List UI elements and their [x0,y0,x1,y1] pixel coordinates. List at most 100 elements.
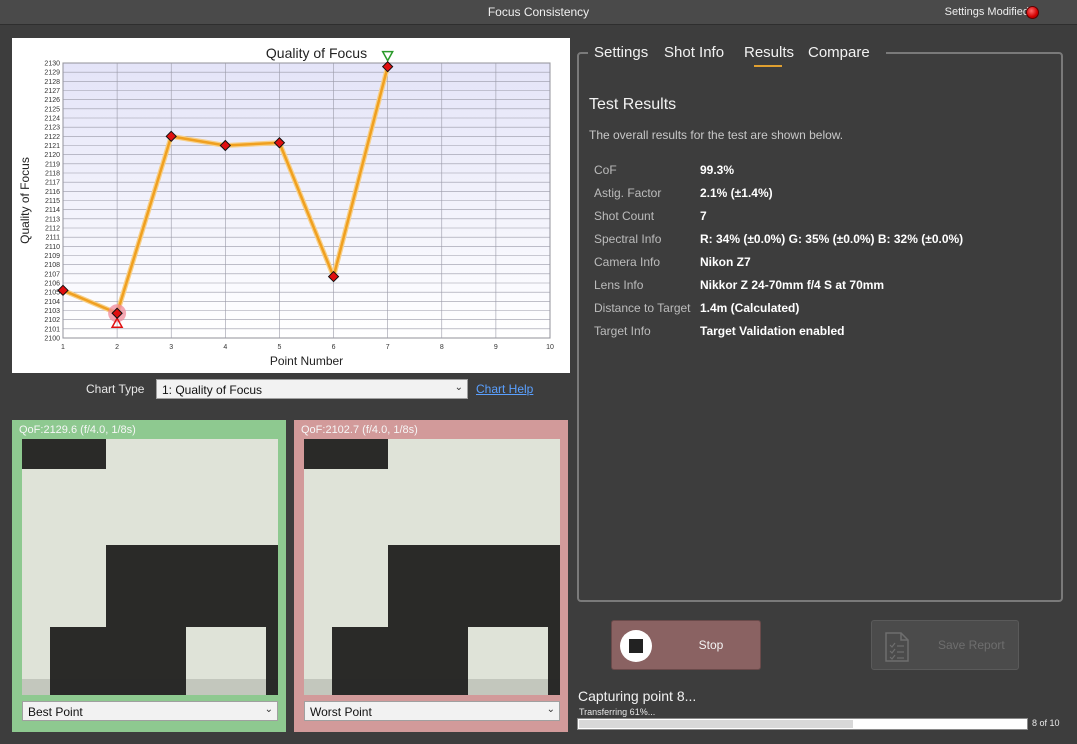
y-tick-label: 2101 [44,326,60,333]
results-description: The overall results for the test are sho… [589,128,844,142]
title-bar: Focus Consistency Settings Modified [0,0,1077,25]
result-value: 99.3% [700,163,735,177]
y-tick-label: 2112 [45,226,60,233]
y-tick-label: 2119 [45,161,60,168]
worst-point-caption: QoF:2102.7 (f/4.0, 1/8s) [301,424,418,436]
y-axis-label: Quality of Focus [18,157,32,244]
stop-button[interactable]: Stop [611,620,761,670]
chevron-down-icon: ⌄ [546,704,555,715]
y-tick-label: 2106 [44,281,60,288]
settings-modified-indicator-icon [1026,6,1039,19]
best-point-thumbnail: QoF:2129.6 (f/4.0, 1/8s) Best Point ⌄ [12,420,286,732]
chevron-down-icon: ⌄ [454,382,463,393]
result-key: Astig. Factor [594,186,662,200]
y-tick-label: 2127 [44,88,60,95]
window-title: Focus Consistency [487,5,590,19]
result-value: Target Validation enabled [700,324,845,338]
worst-point-select-value: Worst Point [310,705,372,719]
worst-point-select[interactable]: Worst Point ⌄ [304,701,560,721]
y-tick-label: 2111 [45,235,60,242]
transferring-status: Transferring 61%... [579,707,656,717]
results-title: Test Results [589,96,677,113]
best-point-marker [381,50,394,63]
y-tick-label: 2130 [44,61,60,68]
result-value: 7 [700,209,707,223]
x-tick-label: 6 [332,344,336,351]
y-tick-label: 2113 [45,216,60,223]
x-axis-label: Point Number [270,354,343,368]
chart-help-link[interactable]: Chart Help [476,382,533,396]
best-point-select-value: Best Point [28,705,83,719]
stop-button-label: Stop [698,638,724,652]
chevron-down-icon: ⌄ [264,704,273,715]
y-tick-label: 2108 [44,262,60,269]
tab-shot-info[interactable]: Shot Info [664,44,724,61]
x-tick-label: 7 [386,344,390,351]
report-document-icon [885,632,909,662]
tab-results[interactable]: Results [744,44,794,67]
y-tick-label: 2109 [44,253,60,260]
result-value: R: 34% (±0.0%) G: 35% (±0.0%) B: 32% (±0… [700,232,964,246]
y-tick-label: 2117 [45,180,60,187]
best-point-image [22,439,278,695]
tab-bar: Settings Shot Info Results Compare [588,40,886,67]
x-tick-label: 5 [277,344,281,351]
x-tick-label: 3 [169,344,173,351]
quality-of-focus-chart: 2100 2101 2102 2103 2104 2 10 5 2106 2107 2108 2109… [12,38,570,373]
worst-point-thumbnail: QoF:2102.7 (f/4.0, 1/8s) Worst Point ⌄ [294,420,568,732]
y-tick-label: 2103 [44,308,60,315]
y-tick-label: 2107 [44,271,60,278]
worst-point-image [304,439,560,695]
best-point-select[interactable]: Best Point ⌄ [22,701,278,721]
y-tick-label: 2115 [45,198,60,205]
result-value: 1.4m (Calculated) [700,301,800,315]
y-tick-label: 2129 [44,70,60,77]
result-key: Shot Count [594,209,655,223]
x-tick-label: 8 [440,344,444,351]
result-value: Nikon Z7 [700,255,751,269]
best-point-caption: QoF:2129.6 (f/4.0, 1/8s) [19,424,136,436]
result-key: Spectral Info [594,232,662,246]
y-tick-label: 2102 [44,317,60,324]
x-tick-label: 4 [223,344,227,351]
result-key: Lens Info [594,278,644,292]
chart-canvas: 2100 2101 2102 2103 2104 2 10 5 2106 2107 2108 2109… [18,45,554,368]
x-tick-label: 1 [61,344,65,351]
result-key: CoF [594,163,617,177]
y-tick-label: 2125 [44,106,60,113]
y-tick-label: 2121 [44,143,60,150]
result-value: 2.1% (±1.4%) [700,186,773,200]
y-tick-label: 2118 [45,171,60,178]
tab-compare[interactable]: Compare [808,44,870,61]
transfer-progress-bar [577,718,1028,730]
chart-type-select[interactable]: 1: Quality of Focus ⌄ [156,379,468,399]
save-report-label: Save Report [938,638,1005,652]
x-tick-label: 9 [494,344,498,351]
x-tick-label: 2 [115,344,119,351]
result-key: Camera Info [594,255,661,269]
y-tick-label: 2110 [45,244,60,251]
result-value: Nikkor Z 24-70mm f/4 S at 70mm [700,278,885,292]
y-tick-label: 2120 [44,152,60,159]
settings-modified-label: Settings Modified [944,6,1029,18]
y-tick-label: 2100 [44,336,60,343]
chart-type-label: Chart Type [86,382,145,396]
y-tick-label: 2114 [45,207,60,214]
y-tick-label: 2104 [44,299,60,306]
y-tick-label: 2122 [44,134,60,141]
result-key: Distance to Target [594,301,691,315]
chart-type-value: 1: Quality of Focus [162,383,263,397]
chart-title: Quality of Focus [266,45,367,61]
save-report-button[interactable]: Save Report [871,620,1019,670]
capturing-status: Capturing point 8... [578,688,697,704]
y-tick-label: 2116 [45,189,60,196]
y-tick-label: 2126 [44,97,60,104]
result-key: Target Info [594,324,651,338]
point-count: 8 of 10 [1032,718,1060,728]
y-tick-label: 2128 [44,79,60,86]
x-tick-label: 10 [546,344,554,351]
transfer-progress-fill [579,720,853,728]
tab-settings[interactable]: Settings [594,44,648,61]
y-tick-label: 2124 [44,116,60,123]
y-tick-label: 2123 [44,125,60,132]
